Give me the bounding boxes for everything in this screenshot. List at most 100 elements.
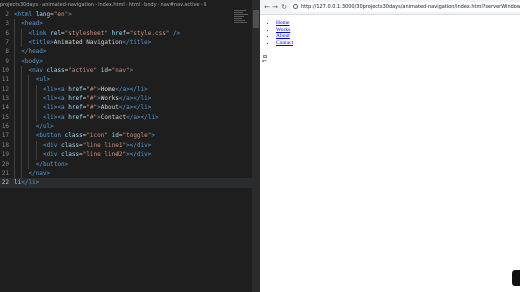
code-editor[interactable]: projects30days›animated-navigation›index… [0,0,260,292]
code-line[interactable]: 14 <li><a href="#">About</a></li> [0,103,252,113]
line-number: 8 [5,48,9,56]
breadcrumb-item[interactable]: projects30days [0,2,38,8]
code-token: href [111,29,127,37]
indent-guide [14,159,15,169]
code-text: <li><a href="#">Contact</a></li> [43,113,159,122]
link-contact[interactable]: Contact [276,40,293,46]
line-number: 6 [5,29,9,37]
browser-window: ← → ↻ http://127.0.0.1:3000/30projects30… [260,0,520,292]
indent-guide [28,122,30,132]
line-number: 20 [1,160,9,168]
link-works[interactable]: Works [276,27,290,33]
code-text: </head> [21,47,46,56]
code-token: <nav [28,67,47,75]
breadcrumb-item[interactable]: html [129,2,140,8]
minimap[interactable] [234,10,250,32]
line-number: 9 [5,57,9,65]
code-token: </a></li> [115,85,148,93]
code-line[interactable]: 10 <nav class="active" id="nav"> [0,66,252,76]
code-line[interactable]: 2 <html lang="en"> [0,10,252,19]
indent-guide [28,131,30,141]
code-token: <head> [21,20,43,28]
code-token: <ul> [35,76,51,84]
breadcrumb-item[interactable]: animated-navigation [42,2,94,8]
code-text: <html lang="en"> [14,10,72,19]
scrollbar-thumb[interactable] [253,10,259,28]
code-line[interactable]: 17 <button class="icon" id="toggle"> [0,131,252,141]
indent-guide [14,140,15,151]
code-token: Animated Navigation [53,39,123,47]
indent-guide [14,122,15,132]
indent-guide [14,84,15,95]
code-token: </li> [21,179,40,187]
code-line[interactable]: 8 </head> [0,47,252,57]
indent-guide [28,103,30,113]
code-line[interactable]: 20 </button> [0,159,252,169]
indent-guide [14,38,15,48]
indent-guide [21,103,23,113]
code-token: "icon" [86,132,108,140]
code-token: "#" [86,85,98,93]
breadcrumb-item[interactable]: nav#nav.active [161,2,200,8]
link-about[interactable]: About [276,33,290,39]
code-line[interactable]: 16 </ul> [0,122,252,132]
code-line[interactable]: 13 <li><a href="#">Works</a></li> [0,94,252,104]
indent-guide [21,84,23,95]
code-text: <div class="line line1"></div> [43,141,151,150]
code-token: > [129,67,134,75]
indent-guide [14,112,15,123]
code-line[interactable]: 22 li</li> [0,178,252,188]
indent-guide [21,94,23,104]
floating-tab-button[interactable] [512,270,520,286]
code-line[interactable]: 6 <link rel="stylesheet" href="style.css"… [0,28,252,39]
code-token: <html [14,11,36,18]
code-token: About [100,104,119,112]
code-line[interactable]: 12 <li><a href="#">Home</a></li> [0,84,252,95]
line-number: 14 [1,104,9,112]
indent-guide [14,103,15,113]
code-line[interactable]: 3 <head> [0,19,252,29]
address-bar[interactable]: http://127.0.0.1:3000/30projects30days/a… [290,2,520,12]
indent-guide [28,150,30,160]
indent-guide [21,168,23,179]
code-text: </button> [36,160,69,169]
code-area[interactable]: 2 <html lang="en"> 3 <head> 6 <link rel="styl… [0,10,252,188]
code-line[interactable]: 19 <div class="line line2"></div> [0,150,252,160]
code-text: <ul> [36,75,50,84]
indent-guide [21,75,23,85]
code-token: Home [100,85,116,93]
reload-button[interactable]: ↻ [279,2,289,12]
code-token: href [68,95,83,103]
code-token: "#" [86,95,98,103]
breadcrumb-item[interactable]: li [204,2,207,8]
code-token: id [100,67,108,75]
indent-guide [14,168,15,179]
code-line[interactable]: 18 <div class="line line1"></div> [0,140,252,151]
indent-guide [14,28,15,39]
line-number: 21 [1,169,9,177]
code-token: Works [100,95,119,103]
code-line[interactable]: 7 <title>Animated Navigation</title> [0,38,252,48]
code-text: <body> [21,57,43,66]
indent-guide [28,75,30,85]
indent-guide [14,19,15,29]
link-home[interactable]: Home [276,20,289,26]
editor-scrollbar[interactable] [252,0,260,292]
breadcrumb-item[interactable]: body [144,2,156,8]
code-token: id [111,132,119,140]
code-line[interactable]: 15 <li><a href="#">Contact</a></li> [0,112,252,123]
code-line[interactable]: 11 <ul> [0,75,252,85]
code-line[interactable]: 21 </nav> [0,168,252,179]
nav-link-list: Home Works About Contact [260,20,520,46]
code-text: <button class="icon" id="toggle"> [36,131,155,140]
code-line[interactable]: 9 <body> [0,56,252,67]
breadcrumb-item[interactable]: index.html [98,2,125,8]
code-token: ></div> [126,141,152,149]
indent-guide [21,66,23,76]
line-number: 17 [1,132,9,140]
indent-guide [21,140,23,151]
forward-arrow-icon: → [272,3,278,11]
line-number: 7 [5,39,9,47]
mouse-cursor-icon: I [117,150,120,158]
breadcrumb: projects30days›animated-navigation›index… [0,0,252,10]
